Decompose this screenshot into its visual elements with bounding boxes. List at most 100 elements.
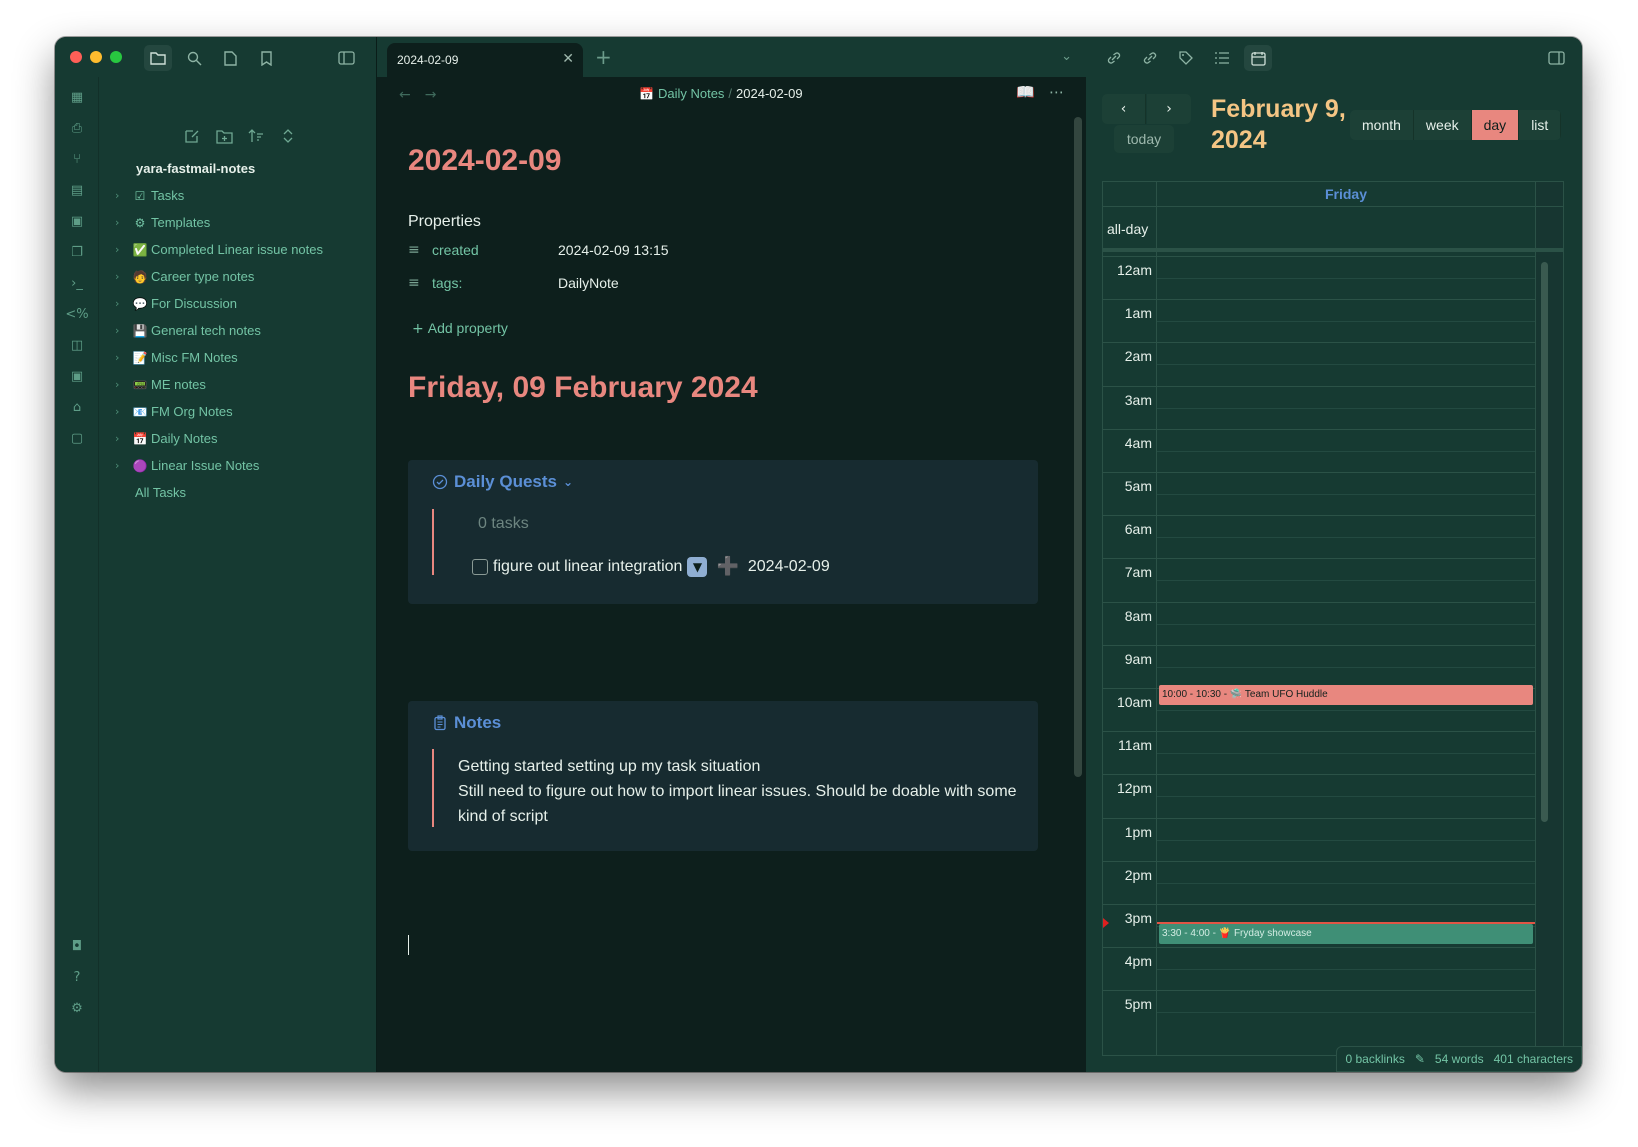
property-value[interactable]: 2024-02-09 13:15 [558,242,669,258]
file-explorer-icon[interactable] [144,45,172,71]
new-folder-icon[interactable] [212,124,236,148]
note-title[interactable]: 2024-02-09 [408,144,561,178]
callout-header[interactable]: Daily Quests ⌄ [432,472,573,492]
tab-active-note[interactable]: 2024-02-09 ✕ [387,43,583,77]
calendar-icon[interactable]: ▣ [66,210,88,232]
view-list-button[interactable]: list [1519,110,1562,140]
copy-icon[interactable]: ❐ [66,241,88,263]
view-day-button[interactable]: day [1471,110,1520,140]
graph-icon[interactable]: ⑂ [66,148,88,170]
all-day-row[interactable]: all-day [1103,207,1563,252]
hour-row[interactable]: 7am [1103,558,1535,601]
event-fryday-showcase[interactable]: 3:30 - 4:00 - 🍟 Fryday showcase [1159,924,1533,944]
breadcrumb-folder[interactable]: Daily Notes [658,86,724,101]
vault-icon[interactable]: ◘ [66,935,88,957]
calendar-alt-icon[interactable]: ▣ [66,365,88,387]
terminal-icon[interactable]: ›_ [66,272,88,294]
folder-tasks[interactable]: › ☑ Tasks [115,182,370,209]
hour-row[interactable]: 4pm [1103,947,1535,990]
property-key[interactable]: tags: [432,275,558,291]
grid-icon[interactable]: ▤ [66,179,88,201]
bookmark-icon[interactable] [252,45,280,71]
tab-list-chevron-icon[interactable]: ⌄ [1061,49,1072,64]
layout-icon[interactable]: ◫ [66,334,88,356]
calendar-view-icon[interactable] [1244,45,1272,71]
reading-view-icon[interactable]: 📖 [1016,83,1035,101]
task-checkbox[interactable] [472,558,488,575]
backlinks-count[interactable]: 0 backlinks [1345,1052,1404,1066]
hour-row[interactable]: 5pm [1103,990,1535,1033]
property-value[interactable]: DailyNote [558,275,619,291]
folder-misc-fm[interactable]: › 📝 Misc FM Notes [115,344,370,371]
day-header-label[interactable]: Friday [1157,186,1535,202]
outgoing-links-icon[interactable] [1136,45,1164,71]
hour-row[interactable]: 4am [1103,428,1535,472]
add-property-button[interactable]: + Add property [412,320,508,337]
home-icon[interactable]: ⌂ [66,396,88,418]
daily-note-icon[interactable]: ▢ [66,427,88,449]
chevron-down-icon[interactable]: ⌄ [563,475,573,489]
help-icon[interactable]: ? [66,966,88,988]
templater-icon[interactable]: <% [65,303,88,325]
calendar-prev-button[interactable]: ‹ [1102,94,1146,124]
folder-me-notes[interactable]: › 📟 ME notes [115,371,370,398]
toggle-sidebar-icon[interactable] [332,45,360,71]
tags-icon[interactable] [1172,45,1200,71]
close-window-button[interactable] [70,51,82,63]
hour-row[interactable]: 5am [1103,472,1535,515]
word-count[interactable]: 54 words [1435,1052,1484,1066]
more-options-icon[interactable]: ⋯ [1049,83,1064,101]
hour-row[interactable]: 12am [1103,256,1535,299]
zoom-window-button[interactable] [110,51,122,63]
view-month-button[interactable]: month [1350,110,1414,140]
hour-row[interactable]: 2pm [1103,860,1535,904]
callout-header[interactable]: Notes [432,713,501,733]
calendar-today-button[interactable]: today [1114,125,1174,153]
folder-general-tech[interactable]: › 💾 General tech notes [115,317,370,344]
new-note-icon[interactable] [180,124,204,148]
property-tags[interactable]: ≡ tags: DailyNote [408,271,619,295]
folder-linear-issue[interactable]: › 🟣 Linear Issue Notes [115,452,370,479]
editor-scrollbar[interactable] [1074,117,1082,777]
event-team-ufo-huddle[interactable]: 10:00 - 10:30 - 🛸 Team UFO Huddle [1159,685,1533,705]
hour-row[interactable]: 11am [1103,731,1535,774]
nav-back-forward-icons[interactable]: ←→ [399,87,450,103]
sort-icon[interactable] [244,124,268,148]
hour-row[interactable]: 9am [1103,644,1535,688]
hour-row[interactable]: 1pm [1103,817,1535,861]
file-search-icon[interactable]: ⎙ [66,117,88,139]
folder-daily-notes[interactable]: › 📅 Daily Notes [115,425,370,452]
outline-icon[interactable] [1208,45,1236,71]
hour-row[interactable]: 2am [1103,342,1535,385]
task-text[interactable]: figure out linear integration [493,558,682,576]
hour-row[interactable]: 3am [1103,385,1535,429]
property-created[interactable]: ≡ created 2024-02-09 13:15 [408,238,669,262]
grid-scrollbar[interactable] [1541,262,1548,822]
file-all-tasks[interactable]: All Tasks [115,479,370,506]
backlinks-icon[interactable] [1100,45,1128,71]
close-tab-icon[interactable]: ✕ [562,51,574,67]
toggle-right-sidebar-icon[interactable] [1542,45,1570,71]
collapse-all-icon[interactable] [276,124,300,148]
search-icon[interactable] [180,45,208,71]
folder-career[interactable]: › 🧑 Career type notes [115,263,370,290]
vault-name[interactable]: yara-fastmail-notes [136,161,255,176]
calendar-next-button[interactable]: › [1147,94,1191,124]
new-tab-icon[interactable]: + [595,45,612,69]
folder-discussion[interactable]: › 💬 For Discussion [115,290,370,317]
folder-templates[interactable]: › ⚙ Templates [115,209,370,236]
hour-row[interactable]: 8am [1103,601,1535,645]
minimize-window-button[interactable] [90,51,102,63]
notes-body[interactable]: Getting started setting up my task situa… [458,754,1018,829]
settings-icon[interactable]: ⚙ [66,997,88,1019]
hour-row[interactable]: 1am [1103,299,1535,342]
character-count[interactable]: 401 characters [1494,1052,1573,1066]
folder-fm-org[interactable]: › 📧 FM Org Notes [115,398,370,425]
property-key[interactable]: created [432,242,558,258]
file-icon[interactable] [216,45,244,71]
hour-row[interactable]: 12pm [1103,774,1535,817]
view-week-button[interactable]: week [1413,110,1472,140]
breadcrumb-current[interactable]: 2024-02-09 [736,86,803,101]
folder-completed-linear[interactable]: › ✅ Completed Linear issue notes [115,236,370,263]
hour-row[interactable]: 6am [1103,515,1535,558]
